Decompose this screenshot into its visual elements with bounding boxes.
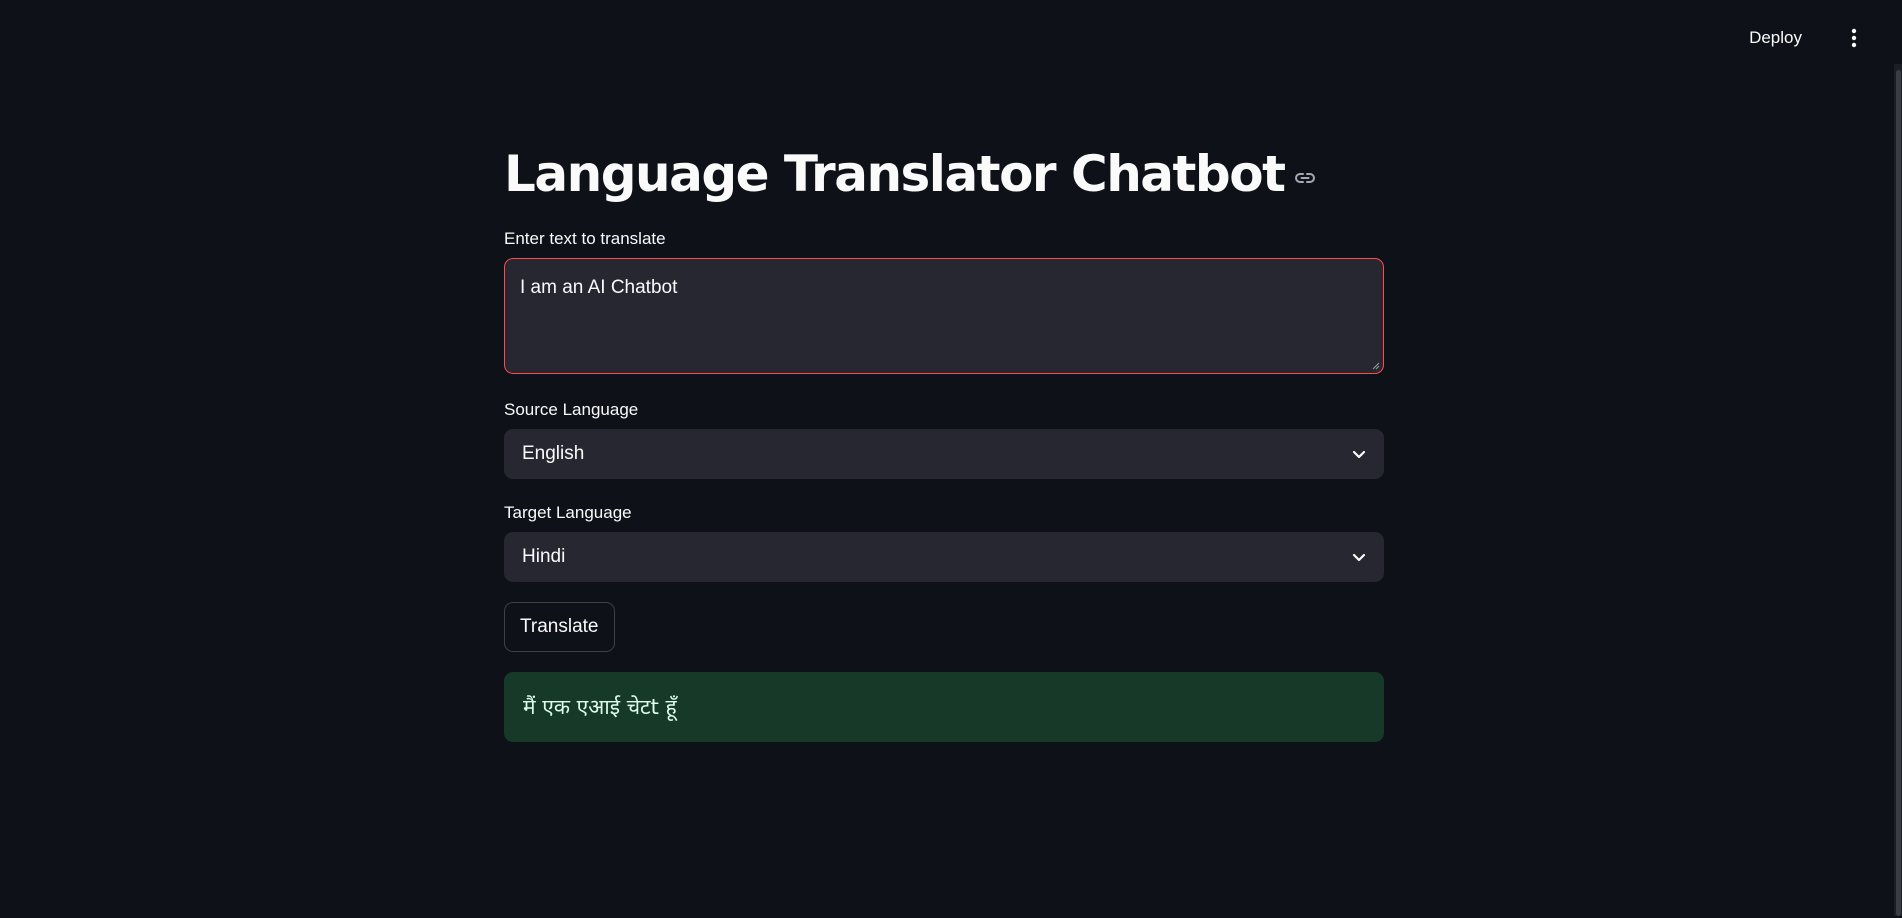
app-root: Deploy Language Translator Chatbot Enter… bbox=[0, 0, 1902, 918]
source-language-value: English bbox=[522, 443, 585, 464]
text-to-translate-input[interactable]: I am an AI Chatbot bbox=[505, 259, 1383, 373]
main-menu-button[interactable] bbox=[1840, 20, 1868, 56]
source-language-select[interactable]: English bbox=[504, 429, 1384, 479]
title-row: Language Translator Chatbot bbox=[504, 139, 1384, 209]
chevron-down-icon bbox=[1352, 553, 1366, 562]
translate-button[interactable]: Translate bbox=[504, 602, 615, 652]
text-input-label: Enter text to translate bbox=[504, 229, 666, 248]
target-language-select[interactable]: Hindi bbox=[504, 532, 1384, 582]
resize-handle-icon[interactable] bbox=[1372, 362, 1380, 370]
deploy-button[interactable]: Deploy bbox=[1737, 20, 1814, 56]
page-title: Language Translator Chatbot bbox=[504, 145, 1286, 203]
top-toolbar: Deploy bbox=[1737, 0, 1902, 76]
link-icon[interactable] bbox=[1294, 171, 1316, 185]
source-language-label: Source Language bbox=[504, 400, 639, 419]
translation-result-text: मैं एक एआई चेटt हूँ bbox=[523, 695, 677, 719]
vertical-ellipsis-icon bbox=[1851, 28, 1857, 48]
target-language-value: Hindi bbox=[522, 546, 566, 567]
target-language-label: Target Language bbox=[504, 503, 632, 522]
translation-result-alert: मैं एक एआई चेटt हूँ bbox=[504, 672, 1384, 742]
scrollbar-thumb[interactable] bbox=[1896, 70, 1901, 916]
main-content: Language Translator Chatbot Enter text t… bbox=[504, 0, 1384, 742]
chevron-down-icon bbox=[1352, 450, 1366, 459]
page-scrollbar[interactable] bbox=[1894, 64, 1902, 916]
text-input-container: I am an AI Chatbot bbox=[504, 258, 1384, 374]
